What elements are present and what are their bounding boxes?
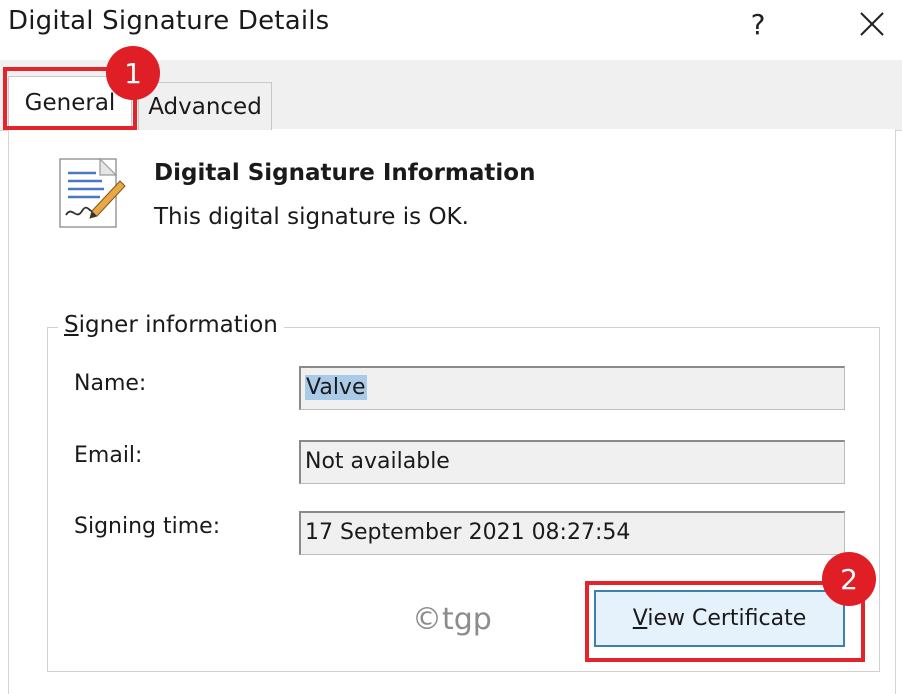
- window-title: Digital Signature Details: [8, 6, 330, 36]
- signing-time-value: 17 September 2021 08:27:54: [305, 520, 631, 545]
- name-field[interactable]: Valve: [299, 366, 845, 410]
- signer-label-rest: igner information: [78, 312, 278, 338]
- digital-signature-details-dialog: Digital Signature Details ? General Adva…: [0, 0, 902, 694]
- signature-status-text: This digital signature is OK.: [154, 204, 469, 230]
- signer-information-label: Signer information: [58, 312, 284, 338]
- signature-info-heading: Digital Signature Information: [154, 160, 536, 186]
- name-value: Valve: [305, 375, 367, 400]
- watermark: ©tgp: [412, 602, 492, 637]
- name-label: Name:: [74, 371, 147, 396]
- close-icon: [860, 12, 884, 36]
- help-button[interactable]: ?: [735, 2, 781, 46]
- email-field[interactable]: Not available: [299, 440, 845, 484]
- signing-time-label: Signing time:: [74, 514, 221, 539]
- tab-advanced[interactable]: Advanced: [138, 82, 272, 130]
- step-badge-2: 2: [822, 552, 876, 606]
- signed-document-icon: [59, 157, 126, 228]
- tab-advanced-label: Advanced: [148, 93, 262, 120]
- signing-time-field[interactable]: 17 September 2021 08:27:54: [299, 511, 845, 555]
- email-value: Not available: [305, 449, 450, 474]
- signer-label-accesskey: S: [64, 312, 79, 338]
- email-label: Email:: [74, 443, 143, 468]
- help-icon: ?: [750, 7, 766, 41]
- step-badge-1: 1: [106, 46, 160, 100]
- highlight-box-view-certificate: [585, 581, 865, 662]
- close-button[interactable]: [849, 2, 895, 46]
